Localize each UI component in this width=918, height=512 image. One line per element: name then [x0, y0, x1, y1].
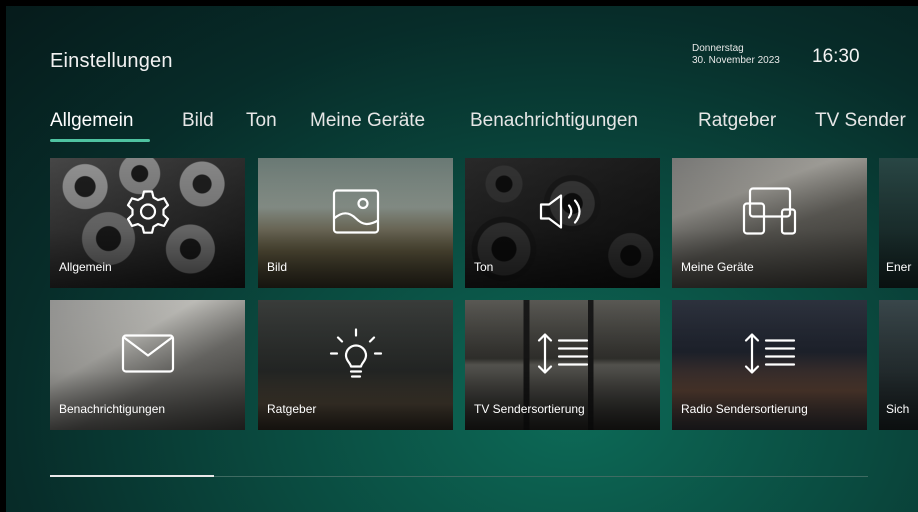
tile-label: Sich [886, 402, 910, 416]
tab-ratgeber[interactable]: Ratgeber [698, 110, 776, 132]
tab-bild[interactable]: Bild [182, 110, 214, 132]
tile-label: Radio Sendersortierung [681, 402, 808, 416]
tile-ratgeber[interactable]: Ratgeber [258, 300, 453, 430]
tile-label: Ratgeber [267, 402, 317, 416]
tile-label: Benachrichtigungen [59, 402, 166, 416]
tab-benachrichtigungen[interactable]: Benachrichtigungen [470, 110, 638, 132]
tile-tv-sendersortierung[interactable]: TV Sendersortierung [465, 300, 660, 430]
clock: 16:30 [812, 46, 860, 67]
tile-benachrichtigungen[interactable]: Benachrichtigungen [50, 300, 245, 430]
envelope-icon [120, 332, 176, 379]
tab-tv-sender[interactable]: TV Sender [815, 110, 906, 132]
tile-radio-sendersortierung[interactable]: Radio Sendersortierung [672, 300, 867, 430]
tile-ton[interactable]: Ton [465, 158, 660, 288]
tile-label: Allgemein [59, 260, 112, 274]
tile-meine-geraete[interactable]: Meine Geräte [672, 158, 867, 288]
speaker-icon [535, 189, 591, 238]
devices-icon [740, 185, 800, 242]
gear-icon [123, 186, 173, 241]
active-tab-indicator [50, 139, 150, 142]
lightbulb-icon [326, 325, 386, 386]
weekday-text: Donnerstag [692, 43, 744, 54]
tile-label: Meine Geräte [681, 260, 754, 274]
tab-label: Allgemein [50, 110, 134, 131]
tab-ton[interactable]: Ton [246, 110, 277, 132]
settings-screen: Einstellungen Donnerstag 30. November 20… [6, 6, 918, 512]
tile-bild[interactable]: Bild [258, 158, 453, 288]
sort-list-icon [535, 330, 591, 381]
tile-energie-partial[interactable]: Ener [879, 158, 918, 288]
date-display: Donnerstag 30. November 2023 [692, 43, 780, 67]
tile-label: Ener [886, 260, 912, 274]
tile-label: Ton [474, 260, 494, 274]
tab-meine-geraete[interactable]: Meine Geräte [310, 110, 425, 132]
picture-icon [331, 187, 381, 240]
date-text: 30. November 2023 [692, 55, 780, 66]
tile-label: TV Sendersortierung [474, 402, 585, 416]
sort-list-icon [742, 330, 798, 381]
tile-sicherheit-partial[interactable]: Sich [879, 300, 918, 430]
tile-label: Bild [267, 260, 288, 274]
page-title: Einstellungen [50, 50, 173, 72]
tile-allgemein[interactable]: Allgemein [50, 158, 245, 288]
scroll-thumb [50, 475, 214, 477]
tab-allgemein[interactable]: Allgemein [50, 110, 150, 142]
